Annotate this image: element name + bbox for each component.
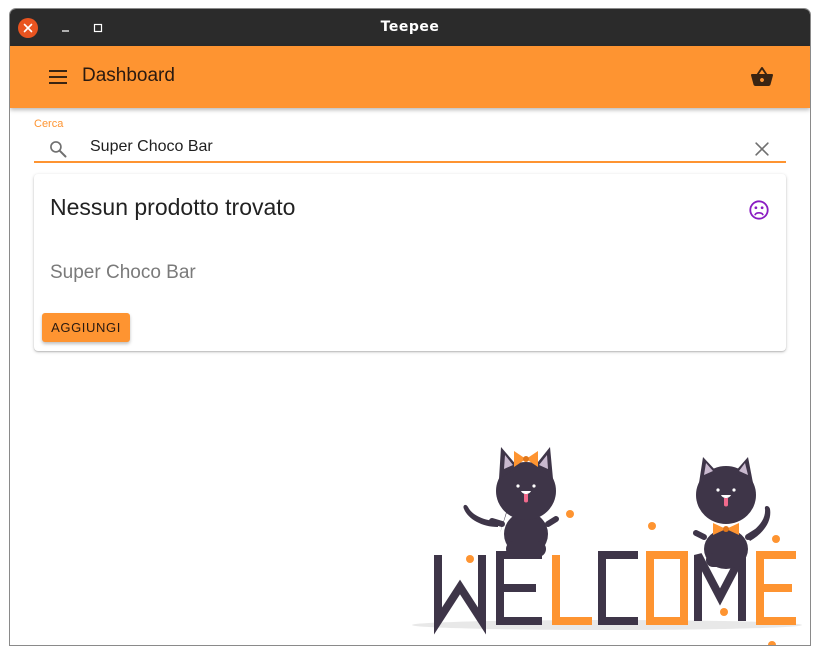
shopping-basket-icon <box>751 67 773 86</box>
card-title: Nessun prodotto trovato <box>50 194 296 220</box>
product-name: Super Choco Bar <box>50 262 196 283</box>
window-titlebar[interactable]: Teepee <box>10 9 810 46</box>
sad-face-icon <box>749 200 769 220</box>
close-icon[interactable] <box>752 139 772 159</box>
add-button[interactable]: AGGIUNGI <box>42 313 130 342</box>
menu-icon <box>49 70 67 84</box>
search-label: Cerca <box>34 118 64 130</box>
cat-left <box>463 447 559 557</box>
window-title: Teepee <box>380 19 440 35</box>
page-title: Dashboard <box>82 65 175 86</box>
welcome-illustration <box>412 447 802 645</box>
app-window: Teepee Dashboard Cerca Nessun prodotto <box>9 8 811 646</box>
menu-button[interactable] <box>46 65 70 89</box>
search-field <box>34 133 786 163</box>
search-input[interactable] <box>90 135 730 159</box>
cart-button[interactable] <box>750 65 774 89</box>
result-card: Nessun prodotto trovato Super Choco Bar … <box>34 174 786 351</box>
search-icon <box>50 141 67 158</box>
app-bar: Dashboard <box>10 46 810 108</box>
